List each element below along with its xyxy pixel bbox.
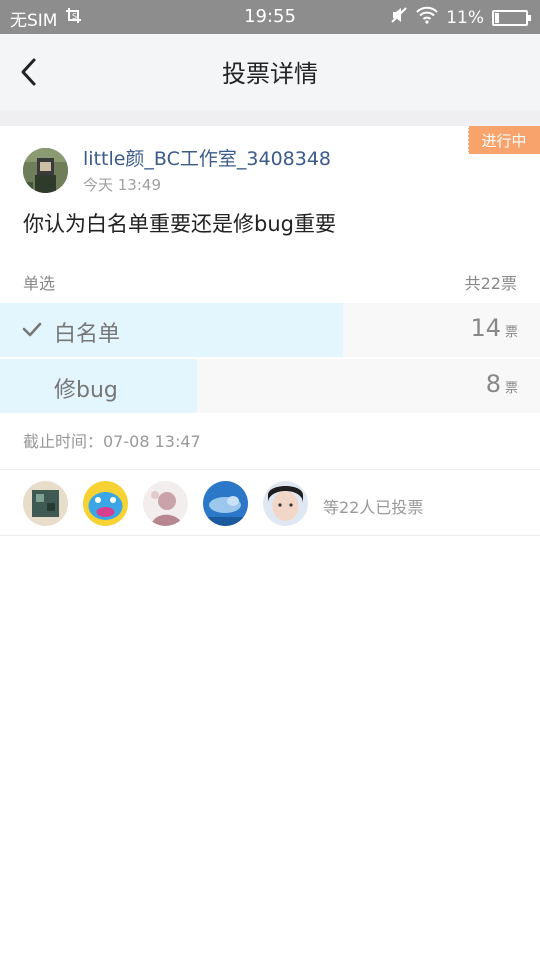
- nav-header: 投票详情: [0, 34, 540, 110]
- page-title: 投票详情: [222, 60, 318, 88]
- option-label: 白名单: [54, 322, 121, 347]
- vote-count: 8: [485, 370, 501, 398]
- poll-deadline: 截止时间：07-08 13:47: [23, 432, 201, 451]
- vote-unit: 票: [504, 325, 518, 340]
- poll-mode: 单选: [23, 274, 56, 293]
- post-time: 今天 13:49: [83, 176, 161, 194]
- voter-avatar[interactable]: [23, 481, 68, 526]
- option-votes: 8 票: [486, 370, 518, 398]
- voter-avatar[interactable]: [203, 481, 248, 526]
- voter-avatar[interactable]: [143, 481, 188, 526]
- vote-count: 14: [470, 314, 501, 342]
- option-label: 修bug: [54, 378, 118, 403]
- divider: [0, 535, 540, 536]
- status-badge: 进行中: [467, 126, 540, 154]
- voter-avatar[interactable]: [263, 481, 308, 526]
- voters-summary: 等22人已投票: [323, 498, 424, 517]
- battery-percent: 11%: [446, 7, 484, 28]
- poll-option-whitelist[interactable]: 白名单 14 票: [0, 303, 540, 357]
- poll-total: 共22票: [464, 274, 517, 293]
- section-gap: [0, 110, 540, 126]
- vote-share-bar: [0, 303, 344, 357]
- poll-option-fixbug[interactable]: 修bug 8 票: [0, 359, 540, 413]
- vote-unit: 票: [504, 381, 518, 396]
- voter-avatar[interactable]: [83, 481, 128, 526]
- voters-row[interactable]: 等22人已投票: [0, 470, 540, 536]
- status-bar: 无SIM S 19:55 11%: [0, 0, 540, 34]
- check-icon: [22, 322, 42, 337]
- option-votes: 14 票: [470, 314, 518, 342]
- author-avatar[interactable]: [23, 148, 68, 193]
- mute-icon: [390, 6, 408, 29]
- wifi-icon: [416, 6, 438, 29]
- author-name[interactable]: little颜_BC工作室_3408348: [83, 144, 331, 171]
- poll-question: 你认为白名单重要还是修bug重要: [23, 212, 336, 236]
- battery-icon: [492, 9, 531, 26]
- poll-card: 进行中 little颜_BC工作室_3408348 今天 13:49 你认为白名…: [0, 126, 540, 470]
